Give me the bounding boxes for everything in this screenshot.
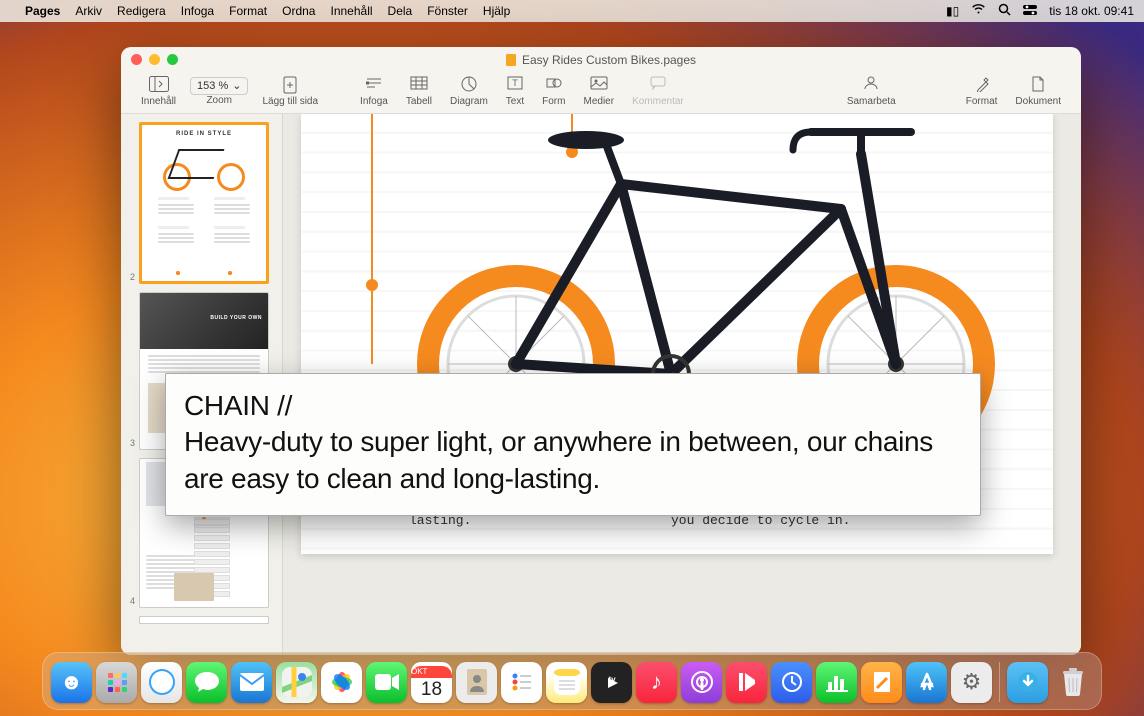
toolbar-view[interactable]: Innehåll (133, 72, 184, 110)
toolbar-media-label: Medier (583, 96, 614, 107)
toolbar-table[interactable]: Tabell (398, 72, 440, 110)
comment-icon (650, 76, 666, 96)
dock-mail[interactable] (231, 662, 272, 703)
menu-ordna[interactable]: Ordna (282, 4, 315, 18)
dock-contacts[interactable] (456, 662, 497, 703)
toolbar-document[interactable]: Dokument (1007, 72, 1069, 110)
dock-separator (999, 662, 1000, 702)
toolbar-collaborate[interactable]: Samarbeta (839, 72, 904, 110)
menu-innehall[interactable]: Innehåll (330, 4, 372, 18)
toolbar-text[interactable]: T Text (498, 72, 532, 110)
toolbar-media[interactable]: Medier (575, 72, 622, 110)
media-icon (590, 76, 608, 96)
dock-system-settings[interactable]: ⚙ (951, 662, 992, 703)
dock-podcasts[interactable] (681, 662, 722, 703)
spotlight-icon[interactable] (998, 3, 1011, 19)
toolbar-zoom-label: Zoom (206, 95, 232, 106)
menu-format[interactable]: Format (229, 4, 267, 18)
menu-arkiv[interactable]: Arkiv (75, 4, 102, 18)
toolbar-table-label: Tabell (406, 96, 432, 107)
toolbar-shape-label: Form (542, 96, 565, 107)
dock-messages[interactable] (186, 662, 227, 703)
datetime[interactable]: tis 18 okt. 09:41 (1049, 4, 1134, 18)
dock-photos[interactable] (321, 662, 362, 703)
document-title[interactable]: Easy Rides Custom Bikes.pages (121, 53, 1081, 67)
toolbar-insert[interactable]: Infoga (352, 72, 396, 110)
text-icon: T (507, 76, 523, 96)
dock-trash[interactable] (1052, 662, 1093, 703)
dock-launchpad[interactable] (96, 662, 137, 703)
insert-icon (365, 76, 383, 96)
toolbar-collaborate-label: Samarbeta (847, 96, 896, 107)
chevron-down-icon: ⌄ (232, 79, 241, 92)
shape-icon (546, 76, 562, 96)
document-setup-icon (1031, 76, 1045, 96)
popup-heading: CHAIN // (184, 388, 962, 424)
toolbar-comment-label: Kommentar (632, 96, 684, 107)
titlebar: Easy Rides Custom Bikes.pages (121, 47, 1081, 72)
dock-safari[interactable] (141, 662, 182, 703)
toolbar-view-label: Innehåll (141, 96, 176, 107)
battery-icon[interactable]: ▮▯ (946, 4, 959, 18)
chart-icon (461, 76, 477, 96)
toolbar-document-label: Dokument (1015, 96, 1061, 107)
dock-tv[interactable]: tv (591, 662, 632, 703)
add-page-icon (282, 76, 298, 96)
menu-infoga[interactable]: Infoga (181, 4, 214, 18)
dock-maps[interactable] (276, 662, 317, 703)
page-number: 2 (127, 272, 135, 284)
sidebar-icon (149, 76, 169, 96)
toolbar-format[interactable]: Format (958, 72, 1006, 110)
pages-window: Easy Rides Custom Bikes.pages Innehåll 1… (121, 47, 1081, 655)
dock-calendar[interactable]: OKT 18 (411, 662, 452, 703)
toolbar-chart-label: Diagram (450, 96, 488, 107)
page-number: 4 (127, 596, 135, 608)
document-icon (506, 54, 516, 66)
toolbar-comment[interactable]: Kommentar (624, 72, 692, 110)
toolbar-insert-label: Infoga (360, 96, 388, 107)
page-number: 3 (127, 438, 135, 450)
svg-text:T: T (512, 78, 518, 88)
dock-music[interactable]: ♪ (636, 662, 677, 703)
app-name[interactable]: Pages (25, 4, 60, 18)
toolbar: Innehåll 153 % ⌄ Zoom Lägg till sida Inf… (121, 72, 1081, 114)
dock-numbers[interactable] (816, 662, 857, 703)
format-icon (975, 76, 989, 96)
page-thumbnail-5[interactable] (139, 616, 269, 624)
dock-facetime[interactable] (366, 662, 407, 703)
control-center-icon[interactable] (1023, 4, 1037, 19)
popup-body: Heavy-duty to super light, or anywhere i… (184, 424, 962, 497)
menu-hjalp[interactable]: Hjälp (483, 4, 510, 18)
toolbar-add-page[interactable]: Lägg till sida (254, 72, 326, 110)
dock-screentime[interactable] (771, 662, 812, 703)
dock: ☻ OKT 18 tv ♪ (42, 652, 1102, 710)
menu-dela[interactable]: Dela (388, 4, 413, 18)
page-thumbnail-2[interactable]: RIDE IN STYLE (139, 122, 269, 284)
dock-downloads[interactable] (1007, 662, 1048, 703)
zoom-value[interactable]: 153 % ⌄ (190, 77, 248, 95)
toolbar-text-label: Text (506, 96, 524, 107)
menu-fonster[interactable]: Fönster (427, 4, 468, 18)
dock-appstore[interactable] (906, 662, 947, 703)
toolbar-chart[interactable]: Diagram (442, 72, 496, 110)
collaborate-icon (862, 76, 880, 96)
dock-news[interactable] (726, 662, 767, 703)
toolbar-add-page-label: Lägg till sida (262, 96, 318, 107)
table-icon (410, 76, 428, 96)
menu-redigera[interactable]: Redigera (117, 4, 166, 18)
dock-pages[interactable] (861, 662, 902, 703)
toolbar-format-label: Format (966, 96, 998, 107)
toolbar-zoom[interactable]: 153 % ⌄ Zoom (186, 72, 252, 110)
zoom-text-popup: CHAIN // Heavy-duty to super light, or a… (165, 373, 981, 516)
menubar: Pages Arkiv Redigera Infoga Format Ordna… (0, 0, 1144, 22)
dock-finder[interactable]: ☻ (51, 662, 92, 703)
toolbar-shape[interactable]: Form (534, 72, 573, 110)
dock-notes[interactable] (546, 662, 587, 703)
dock-reminders[interactable] (501, 662, 542, 703)
wifi-icon[interactable] (971, 4, 986, 18)
document-title-text: Easy Rides Custom Bikes.pages (522, 53, 696, 67)
